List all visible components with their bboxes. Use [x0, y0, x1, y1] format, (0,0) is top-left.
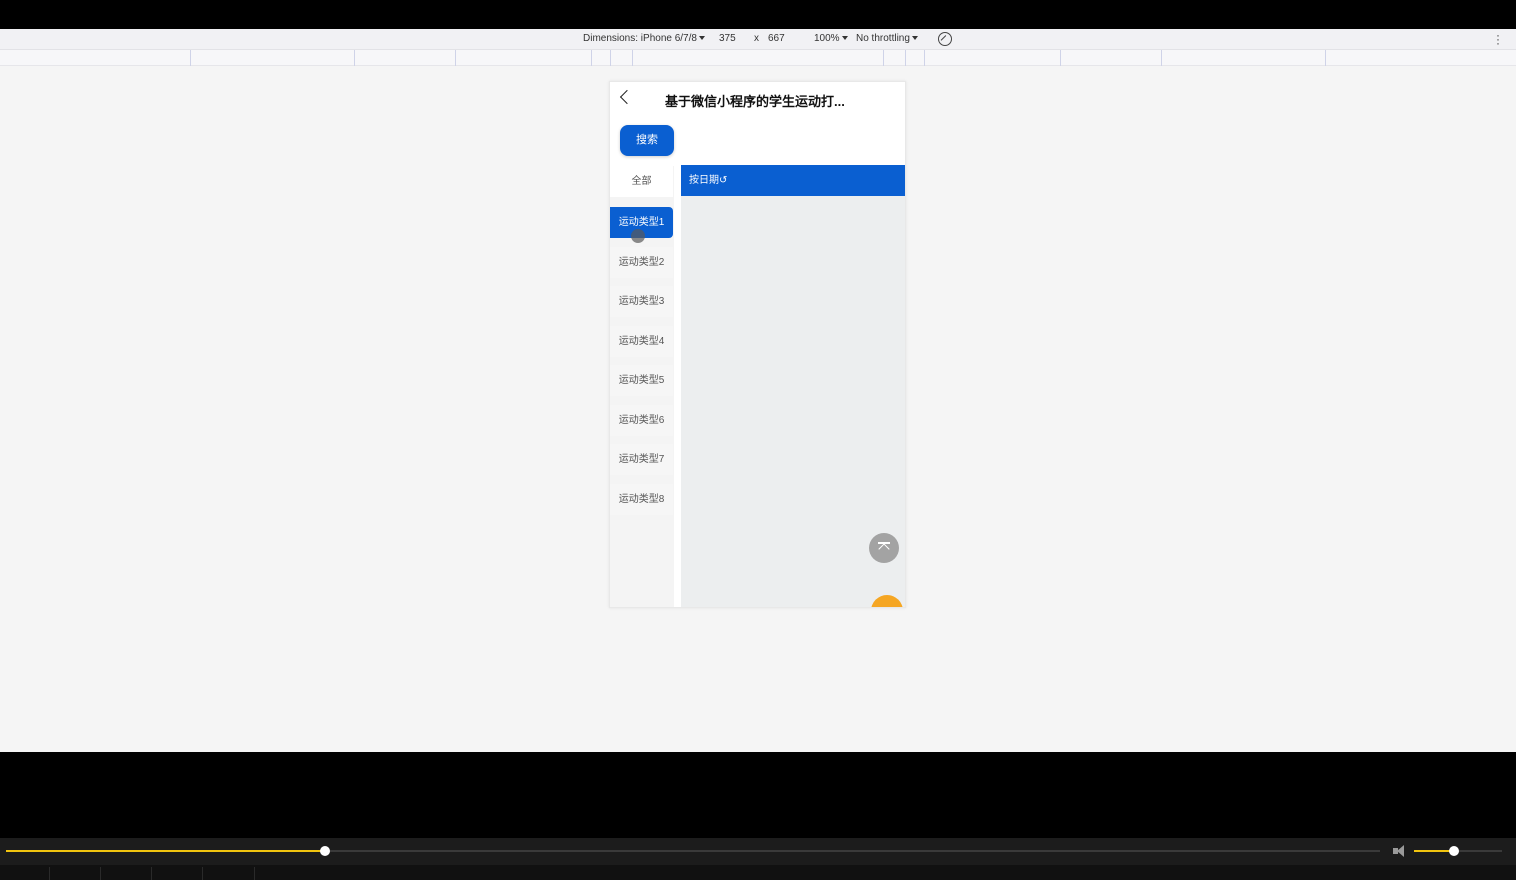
ruler-tick — [1161, 50, 1162, 66]
touch-cursor-indicator — [631, 229, 645, 243]
taskbar-item[interactable] — [0, 867, 50, 880]
category-item-5[interactable]: 运动类型5 — [610, 365, 673, 396]
taskbar — [0, 865, 1516, 880]
zoom-label: 100% — [814, 33, 840, 44]
back-to-top-button[interactable] — [869, 533, 899, 563]
ruler-tick — [905, 50, 906, 66]
category-item-3[interactable]: 运动类型3 — [610, 286, 673, 317]
ruler-tick — [190, 50, 191, 66]
category-item-7[interactable]: 运动类型7 — [610, 444, 673, 475]
taskbar-item[interactable] — [101, 867, 152, 880]
sort-by-date-button[interactable]: 按日期↺ — [681, 165, 905, 196]
ruler-tick — [924, 50, 925, 66]
height-input[interactable]: 667 — [768, 33, 785, 44]
taskbar-item[interactable] — [152, 867, 203, 880]
taskbar-item[interactable] — [203, 867, 255, 880]
ruler-tick — [1325, 50, 1326, 66]
progress-handle[interactable] — [319, 846, 330, 856]
video-player-controls — [0, 838, 1516, 865]
ruler-tick — [1060, 50, 1061, 66]
ruler-tick — [883, 50, 884, 66]
times-sign: x — [754, 33, 759, 44]
volume-icon[interactable] — [1393, 845, 1407, 857]
category-item-2[interactable]: 运动类型2 — [610, 247, 673, 278]
ruler-tick — [354, 50, 355, 66]
ruler-tick — [632, 50, 633, 66]
category-item-8[interactable]: 运动类型8 — [610, 484, 673, 515]
throttling-select[interactable]: No throttling — [856, 33, 918, 44]
progress-fill — [6, 850, 325, 852]
more-options-icon[interactable]: · · · — [1496, 29, 1500, 49]
volume-fill — [1414, 850, 1454, 852]
volume-slider[interactable] — [1414, 846, 1502, 856]
rotate-icon[interactable] — [938, 32, 952, 46]
chevron-down-icon — [841, 36, 848, 40]
ruler-tick — [610, 50, 611, 66]
top-letterbox — [0, 0, 1516, 29]
zoom-select[interactable]: 100% — [814, 33, 848, 44]
ruler-tick — [455, 50, 456, 66]
taskbar-item[interactable] — [50, 867, 101, 880]
category-item-4[interactable]: 运动类型4 — [610, 326, 673, 357]
chevron-down-icon — [911, 36, 918, 40]
back-arrow-icon[interactable] — [619, 89, 635, 105]
nav-bar: 基于微信小程序的学生运动打... — [610, 82, 905, 116]
search-button[interactable]: 搜索 — [620, 125, 674, 156]
page-title: 基于微信小程序的学生运动打... — [665, 94, 845, 109]
throttling-label: No throttling — [856, 33, 910, 44]
chevron-down-icon — [698, 36, 705, 40]
progress-bar[interactable] — [6, 846, 1380, 856]
ruler-tick — [591, 50, 592, 66]
width-input[interactable]: 375 — [719, 33, 736, 44]
dimensions-label: Dimensions: iPhone 6/7/8 — [583, 33, 697, 44]
category-all[interactable]: 全部 — [610, 166, 673, 197]
dimensions-select[interactable]: Dimensions: iPhone 6/7/8 — [583, 33, 705, 44]
media-query-ruler — [0, 50, 1516, 66]
volume-handle[interactable] — [1448, 846, 1459, 856]
category-item-6[interactable]: 运动类型6 — [610, 405, 673, 436]
devtools-device-toolbar: Dimensions: iPhone 6/7/8 375 x 667 100% … — [0, 29, 1516, 50]
phone-screen: 基于微信小程序的学生运动打... 搜索 按日期↺ 全部 运动类型1 运动类型2 … — [609, 81, 906, 608]
